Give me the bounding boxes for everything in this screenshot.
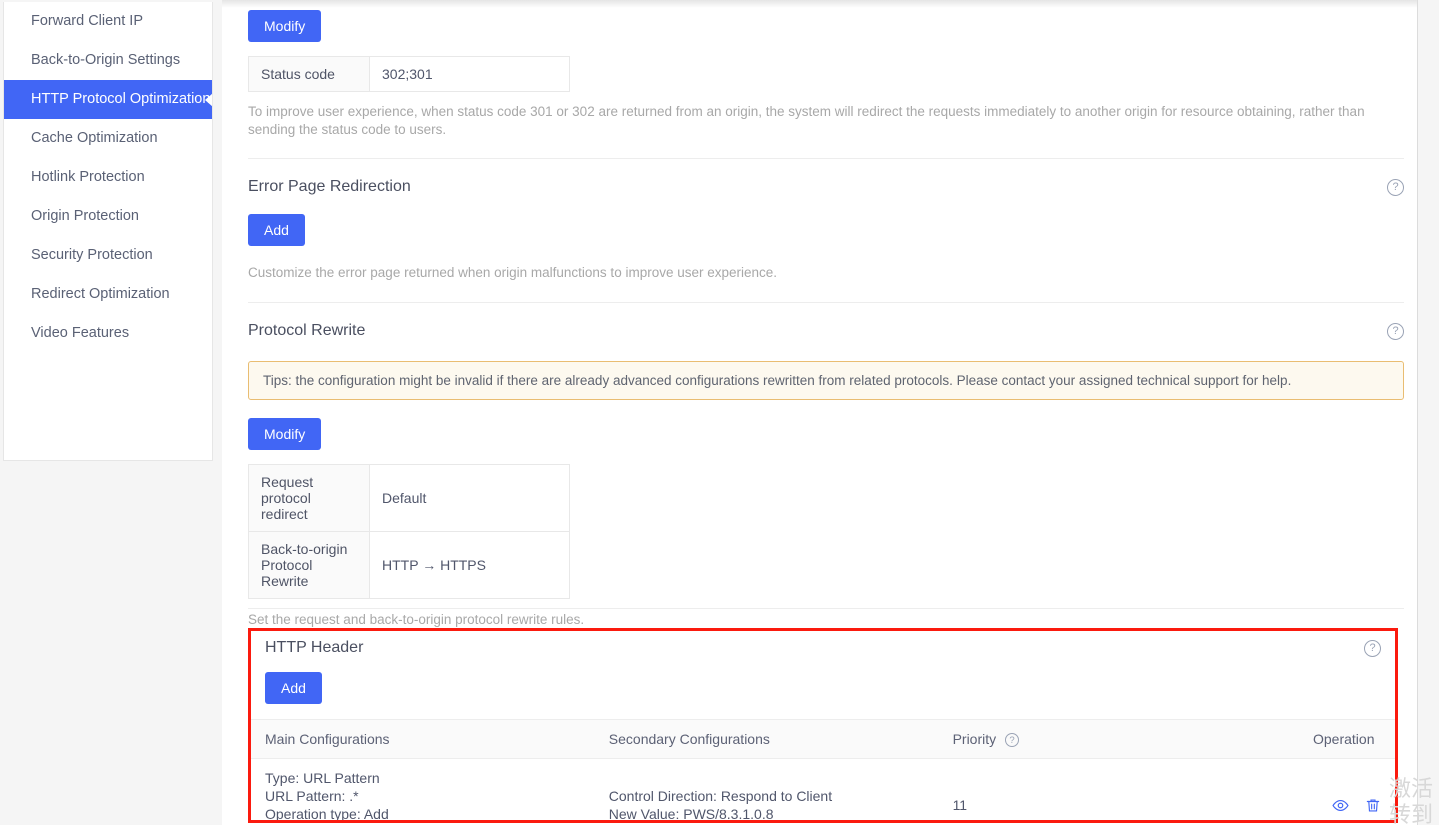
divider [248, 158, 1404, 159]
sidebar-item-redirect-optimization[interactable]: Redirect Optimization [4, 275, 212, 314]
divider [248, 302, 1404, 303]
sidebar-item-origin-protection[interactable]: Origin Protection [4, 197, 212, 236]
column-header-priority: Priority ? [938, 718, 1299, 760]
cell-main-configurations: Type: URL Pattern URL Pattern: .* Operat… [251, 759, 595, 823]
error-page-redirection-title: Error Page Redirection [248, 178, 411, 195]
table-header-row: Main Configurations Secondary Configurat… [251, 718, 1395, 760]
status-code-key-cell: Status code [248, 56, 370, 92]
cell-operation [1299, 759, 1395, 820]
sidebar-item-forward-client-ip[interactable]: Forward Client IP [4, 2, 212, 41]
sidebar-item-cache-optimization[interactable]: Cache Optimization [4, 119, 212, 158]
status-code-hint: To improve user experience, when status … [248, 104, 1365, 137]
sidebar-item-label: Forward Client IP [31, 13, 144, 29]
main-config-line: Type: URL Pattern [265, 770, 380, 787]
table-row: Back-to-origin Protocol Rewrite HTTP → H… [248, 531, 570, 599]
status-code-modify-button[interactable]: Modify [248, 10, 322, 42]
sidebar-item-http-protocol-optimization[interactable]: HTTP Protocol Optimization [4, 80, 212, 119]
protocol-rewrite-hint: Set the request and back-to-origin proto… [248, 612, 585, 627]
main-config-line: URL Pattern: .* [265, 788, 359, 805]
sidebar-item-label: HTTP Protocol Optimization [31, 91, 211, 107]
error-page-add-button[interactable]: Add [248, 214, 305, 246]
http-header-section: HTTP Header ? Add Main Configurations Se… [248, 628, 1398, 823]
sidebar-item-back-to-origin-settings[interactable]: Back-to-Origin Settings [4, 41, 212, 80]
back-to-origin-rewrite-key: Back-to-origin Protocol Rewrite [248, 531, 370, 599]
back-to-origin-rewrite-value: HTTP → HTTPS [369, 531, 570, 599]
http-header-add-button[interactable]: Add [265, 672, 322, 704]
status-code-table: Status code 302;301 [248, 56, 570, 92]
sidebar-item-label: Cache Optimization [31, 130, 158, 146]
help-icon[interactable]: ? [1364, 639, 1381, 657]
request-protocol-redirect-value: Default [369, 464, 570, 532]
tips-banner: Tips: the configuration might be invalid… [248, 361, 1404, 400]
divider [248, 608, 1404, 609]
delete-icon[interactable] [1365, 797, 1381, 814]
sidebar-nav: Forward Client IP Back-to-Origin Setting… [3, 2, 213, 461]
secondary-config-line: New Value: PWS/8.3.1.0.8 [608, 806, 774, 823]
active-indicator-caret-icon [205, 92, 212, 107]
view-icon[interactable] [1332, 797, 1349, 814]
request-protocol-redirect-key: Request protocol redirect [248, 464, 370, 532]
column-header-priority-label: Priority [952, 731, 997, 747]
page-background-gutter [1417, 0, 1439, 825]
page-root: Forward Client IP Back-to-Origin Setting… [0, 0, 1439, 825]
column-header-secondary-configurations: Secondary Configurations [594, 718, 939, 760]
table-row: Type: URL Pattern URL Pattern: .* Operat… [251, 759, 1395, 823]
sidebar-item-label: Security Protection [31, 247, 153, 263]
main-config-line: Operation type: Add [265, 806, 389, 823]
http-header-table: Main Configurations Secondary Configurat… [251, 718, 1395, 823]
help-icon[interactable]: ? [1387, 322, 1404, 340]
protocol-rewrite-section: Protocol Rewrite ? Tips: the configurati… [248, 322, 1404, 629]
secondary-config-line: Control Direction: Respond to Client [608, 788, 833, 805]
protocol-rewrite-modify-button[interactable]: Modify [248, 418, 322, 450]
help-icon[interactable]: ? [1387, 178, 1404, 196]
cell-priority: 11 [952, 797, 968, 814]
table-row: Status code 302;301 [248, 56, 570, 92]
sidebar-item-label: Hotlink Protection [31, 169, 145, 185]
error-page-hint: Customize the error page returned when o… [248, 265, 778, 280]
sidebar-item-label: Redirect Optimization [31, 286, 170, 302]
protocol-rewrite-title: Protocol Rewrite [248, 322, 366, 339]
status-code-value-cell: 302;301 [369, 56, 570, 92]
column-header-operation: Operation [1299, 718, 1395, 760]
sidebar-item-hotlink-protection[interactable]: Hotlink Protection [4, 158, 212, 197]
sidebar-item-video-features[interactable]: Video Features [4, 314, 212, 353]
sidebar-item-label: Back-to-Origin Settings [31, 52, 181, 68]
status-code-section: Modify Status code 302;301 To improve us… [248, 10, 1404, 139]
error-page-redirection-section: Error Page Redirection ? Add Customize t… [248, 178, 1404, 282]
help-icon[interactable]: ? [1005, 733, 1020, 748]
table-row: Request protocol redirect Default [248, 464, 570, 532]
http-header-title: HTTP Header [265, 639, 364, 656]
sidebar-item-label: Origin Protection [31, 208, 139, 224]
protocol-rewrite-table: Request protocol redirect Default Back-t… [248, 464, 570, 599]
sidebar-item-label: Video Features [31, 325, 130, 341]
sidebar-item-security-protection[interactable]: Security Protection [4, 236, 212, 275]
column-header-main-configurations: Main Configurations [251, 718, 595, 760]
cell-secondary-configurations: Control Direction: Respond to Client New… [595, 759, 939, 823]
